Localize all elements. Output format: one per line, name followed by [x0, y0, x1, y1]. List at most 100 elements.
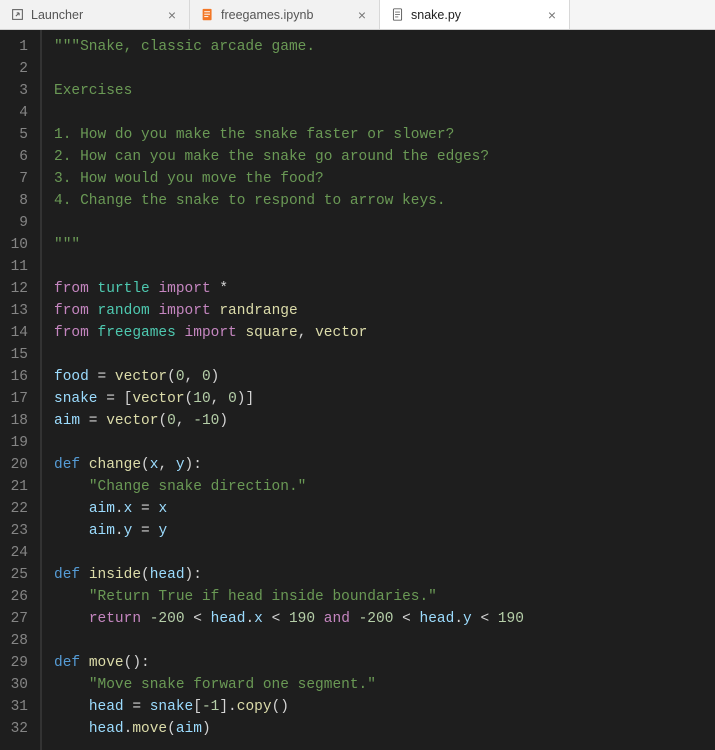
code-line[interactable]: 1. How do you make the snake faster or s… [54, 124, 524, 146]
code-line[interactable]: """ [54, 234, 524, 256]
token-num: 190 [498, 611, 524, 627]
token-fn: vector [132, 391, 184, 407]
token-op: ) [219, 413, 228, 429]
line-number: 11 [0, 256, 28, 278]
close-icon[interactable]: × [355, 8, 369, 22]
token-var: head [89, 699, 124, 715]
token-var: food [54, 369, 89, 385]
close-icon[interactable]: × [545, 8, 559, 22]
code-line[interactable]: aim.y = y [54, 520, 524, 542]
token-num: -200 [150, 611, 185, 627]
token-var: aim [54, 413, 80, 429]
line-number: 20 [0, 454, 28, 476]
code-line[interactable]: "Change snake direction." [54, 476, 524, 498]
token-op: , [176, 413, 193, 429]
code-line[interactable]: head = snake[-1].copy() [54, 696, 524, 718]
code-line[interactable]: Exercises [54, 80, 524, 102]
code-line[interactable]: aim.x = x [54, 498, 524, 520]
token-op: < [472, 611, 498, 627]
token-num: -10 [193, 413, 219, 429]
line-number: 19 [0, 432, 28, 454]
code-line[interactable]: 2. How can you make the snake go around … [54, 146, 524, 168]
code-line[interactable] [54, 102, 524, 124]
token-op: . [115, 501, 124, 517]
code-editor[interactable]: 1234567891011121314151617181920212223242… [0, 30, 715, 750]
token-op [176, 325, 185, 341]
code-line[interactable]: """Snake, classic arcade game. [54, 36, 524, 58]
token-op: = [132, 501, 158, 517]
line-number: 2 [0, 58, 28, 80]
token-op: (): [124, 655, 150, 671]
code-line[interactable] [54, 542, 524, 564]
token-kw: import [158, 303, 210, 319]
code-line[interactable] [54, 344, 524, 366]
line-number: 24 [0, 542, 28, 564]
token-kw: import [158, 281, 210, 297]
code-line[interactable]: aim = vector(0, -10) [54, 410, 524, 432]
token-fn: square [245, 325, 297, 341]
line-number: 27 [0, 608, 28, 630]
code-line[interactable]: "Return True if head inside boundaries." [54, 586, 524, 608]
close-icon[interactable]: × [165, 8, 179, 22]
code-line[interactable]: food = vector(0, 0) [54, 366, 524, 388]
token-fn: vector [115, 369, 167, 385]
code-line[interactable] [54, 212, 524, 234]
code-line[interactable]: from random import randrange [54, 300, 524, 322]
token-op: < [393, 611, 419, 627]
token-str: "Return True if head inside boundaries." [89, 589, 437, 605]
launcher-icon [10, 8, 24, 22]
token-op: )] [237, 391, 254, 407]
code-line[interactable]: def inside(head): [54, 564, 524, 586]
token-kw: from [54, 325, 89, 341]
token-num: 10 [193, 391, 210, 407]
code-line[interactable]: from freegames import square, vector [54, 322, 524, 344]
line-number: 31 [0, 696, 28, 718]
token-fn: inside [89, 567, 141, 583]
code-line[interactable]: def change(x, y): [54, 454, 524, 476]
tab-launcher[interactable]: Launcher× [0, 0, 190, 29]
token-fn: randrange [219, 303, 297, 319]
token-num: -1 [202, 699, 219, 715]
token-op: = [ [98, 391, 133, 407]
code-area[interactable]: """Snake, classic arcade game. Exercises… [40, 30, 524, 750]
line-number: 30 [0, 674, 28, 696]
token-op [141, 611, 150, 627]
token-var: x [158, 501, 167, 517]
code-line[interactable]: 3. How would you move the food? [54, 168, 524, 190]
token-op [54, 523, 89, 539]
token-var: snake [54, 391, 98, 407]
token-op [54, 699, 89, 715]
code-line[interactable] [54, 58, 524, 80]
code-line[interactable]: return -200 < head.x < 190 and -200 < he… [54, 608, 524, 630]
token-kw: from [54, 281, 89, 297]
tab-snake-py[interactable]: snake.py× [380, 0, 570, 29]
token-op: ): [185, 457, 202, 473]
code-line[interactable] [54, 256, 524, 278]
code-line[interactable]: def move(): [54, 652, 524, 674]
token-op: < [263, 611, 289, 627]
code-line[interactable]: snake = [vector(10, 0)] [54, 388, 524, 410]
tab-label: snake.py [411, 8, 545, 22]
code-line[interactable]: from turtle import * [54, 278, 524, 300]
token-op [89, 303, 98, 319]
token-op: * [211, 281, 228, 297]
line-number: 29 [0, 652, 28, 674]
code-line[interactable]: 4. Change the snake to respond to arrow … [54, 190, 524, 212]
token-str: """ [54, 237, 80, 253]
token-op [80, 567, 89, 583]
tab-freegames-ipynb[interactable]: freegames.ipynb× [190, 0, 380, 29]
token-var: x [254, 611, 263, 627]
token-fn: copy [237, 699, 272, 715]
token-op [54, 589, 89, 605]
line-number: 7 [0, 168, 28, 190]
code-line[interactable]: "Move snake forward one segment." [54, 674, 524, 696]
line-number: 5 [0, 124, 28, 146]
code-line[interactable]: head.move(aim) [54, 718, 524, 740]
token-op: = [80, 413, 106, 429]
line-number: 32 [0, 718, 28, 740]
code-line[interactable] [54, 630, 524, 652]
token-mod: random [98, 303, 150, 319]
code-line[interactable] [54, 432, 524, 454]
token-op: ( [167, 721, 176, 737]
token-op [89, 325, 98, 341]
